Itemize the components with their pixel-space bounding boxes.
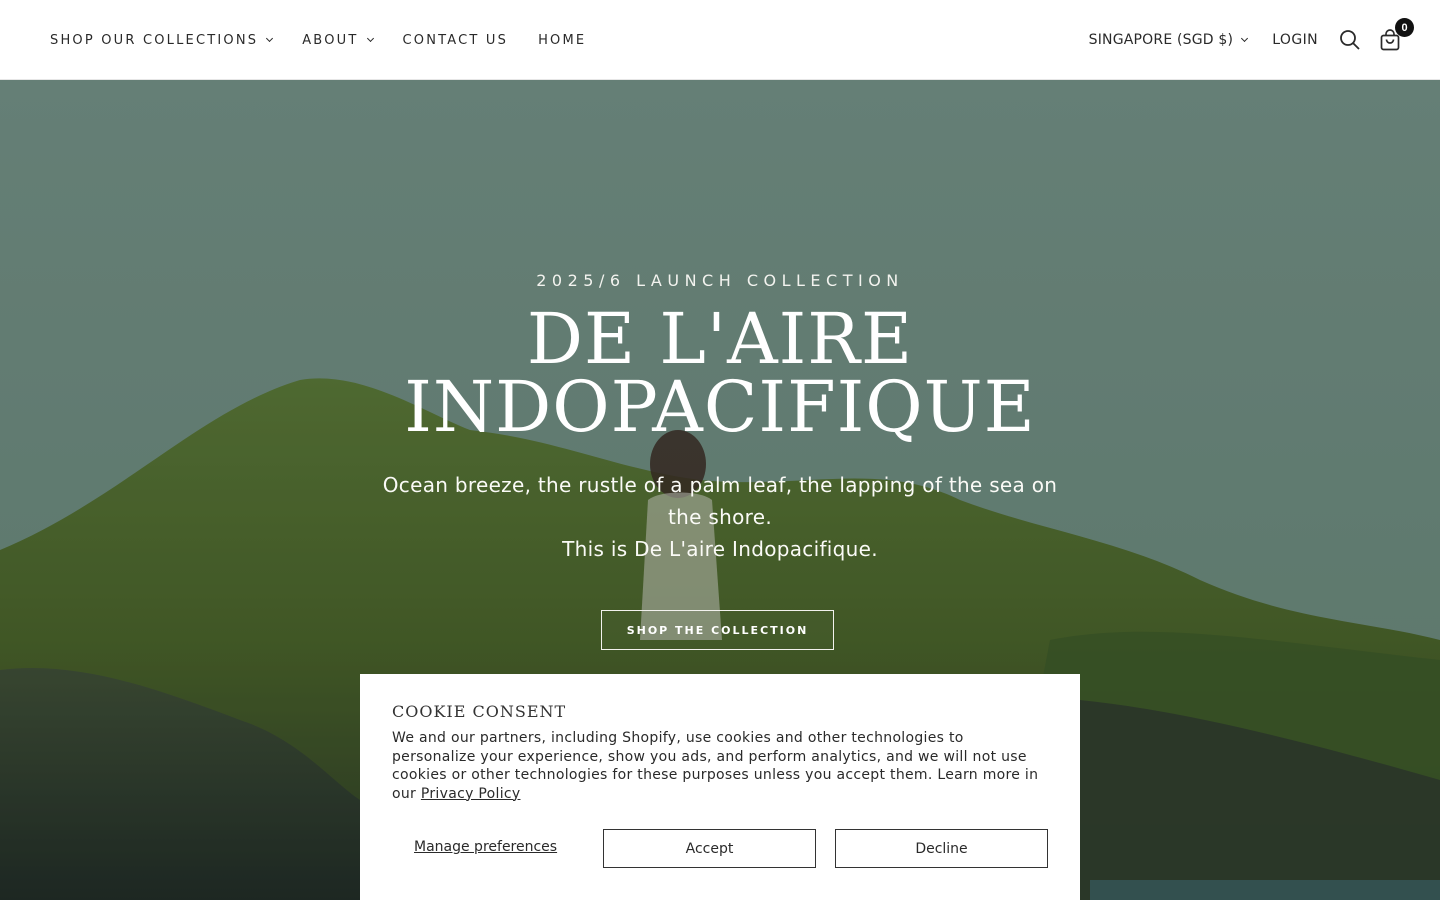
hero-title-line-2: INDOPACIFIQUE (404, 366, 1036, 448)
hero-subtitle-line-1: Ocean breeze, the rustle of a palm leaf,… (382, 473, 1058, 529)
hero-title: DE L'AIRE INDOPACIFIQUE (0, 298, 1440, 448)
chevron-down-icon (266, 34, 274, 43)
currency-label: SINGAPORE (SGD $) (1088, 32, 1234, 48)
site-header: SHOP OUR COLLECTIONS ABOUT CONTACT US HO… (0, 0, 1440, 80)
hero-subtitle-line-2: This is De L'aire Indopacifique. (562, 537, 878, 561)
nav-shop-collections[interactable]: SHOP OUR COLLECTIONS (50, 32, 274, 48)
currency-selector[interactable]: SINGAPORE (SGD $) (1088, 32, 1249, 48)
privacy-policy-link[interactable]: Privacy Policy (421, 786, 521, 802)
shop-collection-button[interactable]: SHOP THE COLLECTION (601, 610, 834, 650)
nav-contact-us[interactable]: CONTACT US (403, 33, 509, 48)
shopping-bag-icon[interactable]: 0 (1378, 18, 1414, 52)
manage-preferences-link[interactable]: Manage preferences (414, 839, 557, 855)
cookie-text: We and our partners, including Shopify, … (392, 729, 1048, 803)
nav-about-label: ABOUT (302, 32, 359, 48)
search-icon[interactable] (1338, 28, 1362, 52)
chevron-down-icon (1241, 34, 1249, 43)
nav-home-label: HOME (538, 32, 587, 48)
cookie-actions: Manage preferences Accept Decline (392, 829, 1048, 868)
nav-shop-collections-label: SHOP OUR COLLECTIONS (50, 32, 259, 48)
cookie-consent-dialog: COOKIE CONSENT We and our partners, incl… (360, 674, 1080, 900)
chevron-down-icon (366, 34, 374, 43)
hero-subtitle: Ocean breeze, the rustle of a palm leaf,… (370, 469, 1070, 565)
cookie-title: COOKIE CONSENT (392, 702, 567, 721)
nav-home[interactable]: HOME (538, 33, 586, 48)
cart-count-badge: 0 (1395, 18, 1414, 37)
hero-eyebrow: 2025/6 LAUNCH COLLECTION (536, 271, 904, 290)
decline-button[interactable]: Decline (835, 829, 1048, 868)
login-link[interactable]: LOGIN (1272, 32, 1318, 48)
nav-contact-us-label: CONTACT US (402, 32, 509, 48)
accept-button[interactable]: Accept (603, 829, 816, 868)
main-nav: SHOP OUR COLLECTIONS ABOUT CONTACT US HO… (50, 0, 586, 80)
nav-about[interactable]: ABOUT (302, 32, 374, 48)
hero-title-line-1: DE L'AIRE (526, 298, 914, 380)
header-tools: SINGAPORE (SGD $) LOGIN 0 (1088, 0, 1414, 80)
